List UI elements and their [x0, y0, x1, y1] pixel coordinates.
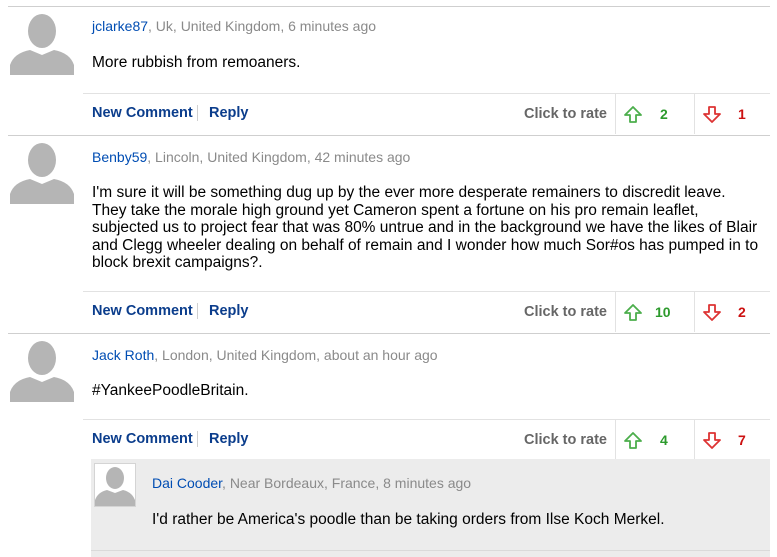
thumb-up-arrow-icon [624, 304, 642, 321]
upvote-button[interactable]: 10 [615, 292, 694, 332]
comment-meta: Jack Roth, London, United Kingdom, about… [92, 347, 438, 363]
comment-actions: New Comment Reply Click to rate 4 7 [83, 419, 770, 460]
reply-item: Dai Cooder, Near Bordeaux, France, 8 min… [91, 459, 770, 557]
upvote-button[interactable]: 2 [615, 94, 694, 134]
username-link[interactable]: Jack Roth [92, 347, 154, 363]
rate-label: Click to rate [524, 304, 607, 320]
avatar-icon[interactable] [10, 336, 74, 402]
rate-label: Click to rate [524, 106, 607, 122]
username-link[interactable]: Dai Cooder [152, 475, 222, 491]
thumb-up-arrow-icon [624, 106, 642, 123]
reply-button[interactable]: Reply [209, 105, 249, 121]
comment-meta: Benby59, Lincoln, United Kingdom, 42 min… [92, 149, 410, 165]
action-divider [197, 105, 198, 121]
rate-label: Click to rate [524, 432, 607, 448]
downvote-button[interactable]: 2 [694, 292, 771, 332]
thumb-down-arrow-icon [703, 432, 721, 449]
comments-page: jclarke87, Uk, United Kingdom, 6 minutes… [0, 0, 777, 557]
thumb-down-arrow-icon [703, 106, 721, 123]
new-comment-button[interactable]: New Comment [92, 431, 193, 447]
upvote-count: 4 [660, 432, 668, 448]
location-time: , Lincoln, United Kingdom, 42 minutes ag… [147, 149, 411, 165]
reply-button[interactable]: Reply [209, 431, 249, 447]
new-comment-button[interactable]: New Comment [92, 105, 193, 121]
avatar-icon[interactable] [10, 9, 74, 75]
comment-actions: New Comment Reply Click to rate 10 2 [83, 291, 770, 332]
username-link[interactable]: Benby59 [92, 149, 147, 165]
thumb-up-arrow-icon [624, 432, 642, 449]
location-time: , Near Bordeaux, France, 8 minutes ago [222, 475, 472, 491]
username-link[interactable]: jclarke87 [92, 18, 148, 34]
upvote-button[interactable]: 4 [615, 420, 694, 460]
upvote-count: 10 [655, 304, 671, 320]
comment-actions: New Comment Reply Click to rate 2 1 [83, 93, 770, 134]
reply-button[interactable]: Reply [209, 303, 249, 319]
location-time: , London, United Kingdom, about an hour … [154, 347, 438, 363]
downvote-count: 1 [738, 106, 746, 122]
downvote-button[interactable]: 1 [694, 94, 771, 134]
action-divider [197, 303, 198, 319]
reply-text: I'd rather be America's poodle than be t… [152, 511, 665, 528]
reply-divider [91, 550, 770, 551]
new-comment-button[interactable]: New Comment [92, 303, 193, 319]
comment-item: Benby59, Lincoln, United Kingdom, 42 min… [8, 136, 770, 333]
avatar-icon[interactable] [10, 138, 74, 204]
comment-meta: jclarke87, Uk, United Kingdom, 6 minutes… [92, 18, 376, 34]
downvote-count: 2 [738, 304, 746, 320]
comment-item: jclarke87, Uk, United Kingdom, 6 minutes… [8, 7, 770, 135]
location-time: , Uk, United Kingdom, 6 minutes ago [148, 18, 377, 34]
avatar-icon[interactable] [94, 463, 136, 507]
downvote-button[interactable]: 7 [694, 420, 771, 460]
thumb-down-arrow-icon [703, 304, 721, 321]
comment-text: More rubbish from remoaners. [92, 54, 301, 71]
comment-text: I'm sure it will be something dug up by … [92, 184, 759, 271]
downvote-count: 7 [738, 432, 746, 448]
comment-text: #YankeePoodleBritain. [92, 382, 249, 399]
comment-item: Jack Roth, London, United Kingdom, about… [8, 334, 770, 460]
reply-meta: Dai Cooder, Near Bordeaux, France, 8 min… [152, 475, 471, 491]
action-divider [197, 431, 198, 447]
upvote-count: 2 [660, 106, 668, 122]
